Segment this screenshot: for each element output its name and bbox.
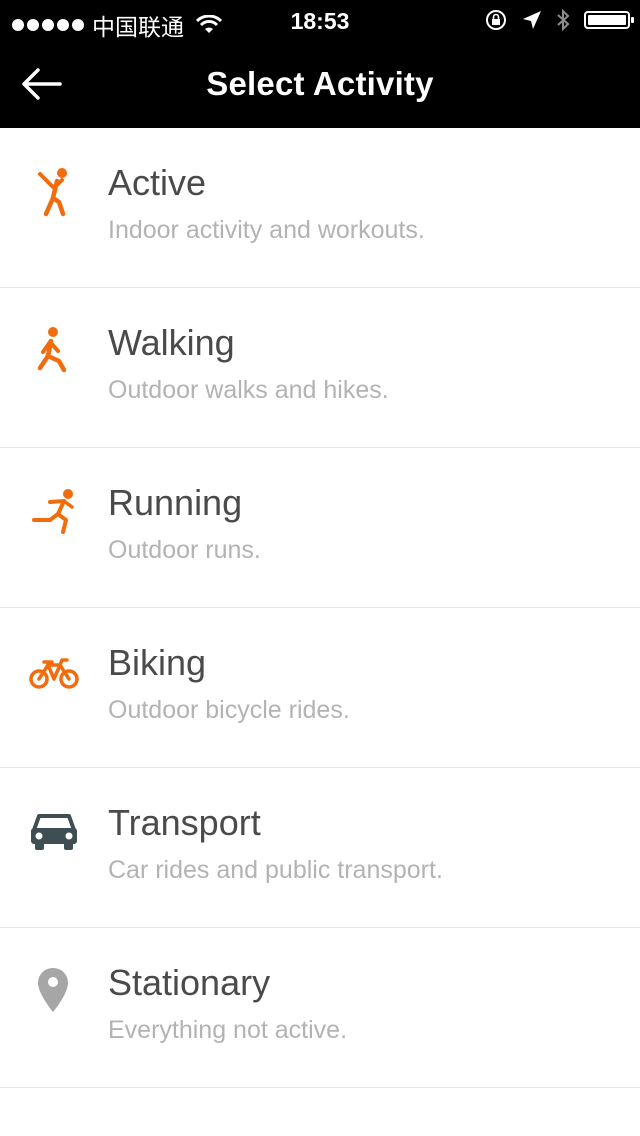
activity-title: Stationary (108, 962, 271, 1003)
biking-icon (29, 658, 79, 689)
activity-description: Car rides and public transport. (108, 856, 443, 884)
activity-row-running[interactable]: Running Outdoor runs. (0, 448, 640, 608)
walking-icon (37, 327, 67, 373)
location-pin-icon (38, 968, 68, 1012)
rotation-lock-icon (486, 10, 506, 30)
activity-description: Outdoor runs. (108, 536, 261, 564)
active-icon (38, 168, 67, 217)
activity-description: Outdoor bicycle rides. (108, 696, 350, 724)
activity-title: Walking (108, 322, 235, 363)
bluetooth-icon (557, 8, 570, 32)
activity-title: Active (108, 162, 207, 203)
navigation-bar: Select Activity (0, 40, 640, 128)
location-arrow-icon (523, 11, 541, 29)
activity-list: Active Indoor activity and workouts. Wal… (0, 128, 640, 1088)
running-icon (32, 489, 74, 534)
activity-title: Biking (108, 642, 207, 683)
activity-description: Indoor activity and workouts. (108, 216, 425, 244)
status-right (484, 8, 634, 32)
activity-row-biking[interactable]: Biking Outdoor bicycle rides. (0, 608, 640, 768)
car-icon (31, 814, 77, 850)
activity-row-stationary[interactable]: Stationary Everything not active. (0, 928, 640, 1088)
activity-title: Transport (108, 802, 261, 843)
activity-row-transport[interactable]: Transport Car rides and public transport… (0, 768, 640, 928)
activity-row-walking[interactable]: Walking Outdoor walks and hikes. (0, 288, 640, 448)
activity-description: Outdoor walks and hikes. (108, 376, 389, 404)
activity-row-active[interactable]: Active Indoor activity and workouts. (0, 128, 640, 288)
battery-icon (584, 11, 634, 29)
battery-fill (588, 15, 626, 25)
status-bar: 中国联通 18:53 (0, 0, 640, 40)
page-title: Select Activity (206, 65, 434, 102)
activity-title: Running (108, 482, 243, 523)
activity-description: Everything not active. (108, 1016, 348, 1044)
